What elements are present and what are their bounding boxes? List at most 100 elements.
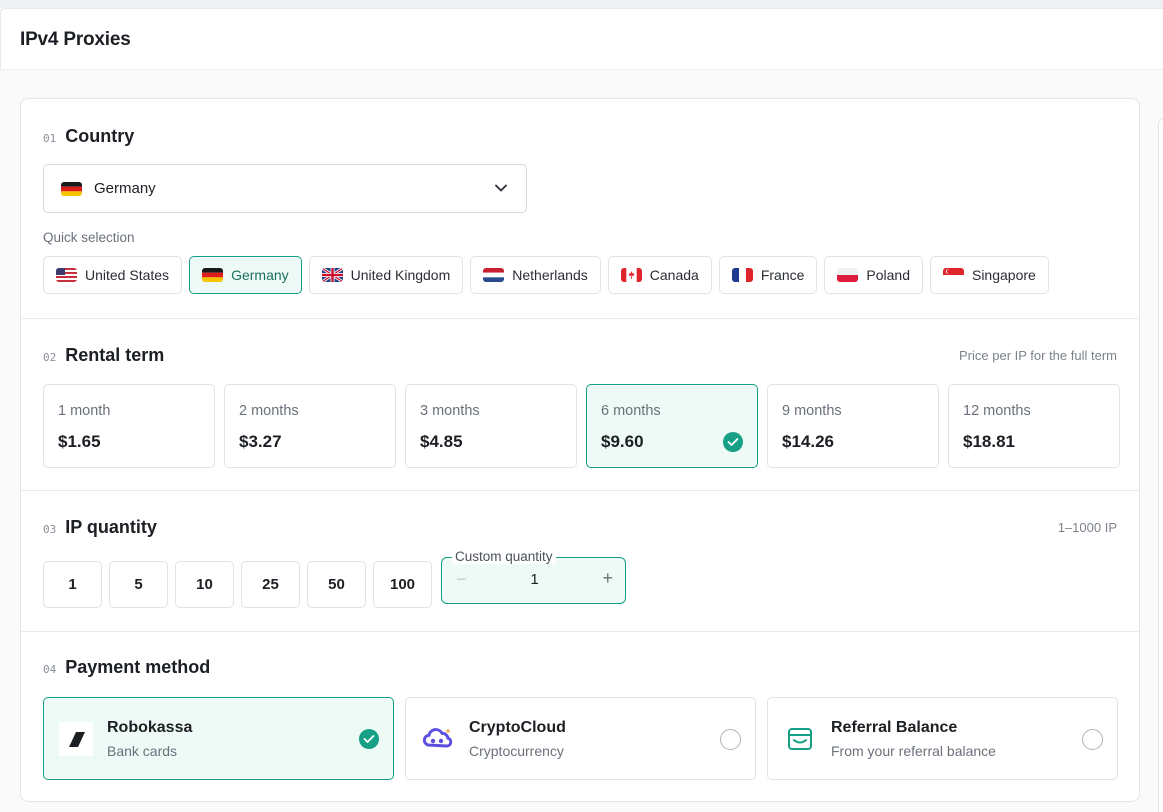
payment-option-robokassa[interactable]: Robokassa Bank cards: [43, 697, 394, 780]
payment-method-section: 04 Payment method Robokassa Bank cards C: [21, 631, 1139, 802]
quantity-preset-button[interactable]: 1: [43, 561, 102, 608]
section-title: Rental term: [65, 345, 165, 365]
term-price: $4.85: [420, 432, 463, 451]
chip-united-states[interactable]: United States: [43, 256, 183, 294]
section-title: IP quantity: [65, 517, 157, 537]
page-header: IPv4 Proxies: [0, 8, 1163, 70]
country-select[interactable]: Germany: [43, 164, 527, 213]
payment-option-referral-balance[interactable]: Referral Balance From your referral bala…: [767, 697, 1118, 780]
canada-flag-icon: [620, 268, 642, 282]
step-number: 04: [43, 663, 57, 676]
payment-heading: 04 Payment method: [43, 657, 210, 678]
custom-quantity-input[interactable]: 1: [442, 571, 627, 588]
quantity-preset-button[interactable]: 100: [373, 561, 432, 608]
check-icon: [723, 432, 743, 452]
side-panel-edge: [1158, 118, 1163, 812]
term-label: 1 month: [58, 403, 111, 419]
chip-label: Canada: [649, 267, 699, 283]
chip-label: Poland: [866, 267, 910, 283]
chip-united-kingdom[interactable]: United Kingdom: [308, 256, 464, 294]
page-title: IPv4 Proxies: [20, 29, 131, 50]
country-heading: 01 Country: [43, 126, 134, 147]
section-title: Payment method: [65, 657, 211, 677]
term-label: 6 months: [601, 403, 661, 419]
germany-flag-icon: [202, 268, 224, 282]
chevron-down-icon: [495, 184, 507, 192]
quantity-range-hint: 1–1000 IP: [1057, 520, 1117, 535]
quantity-presets: 1 5 10 25 50 100: [43, 561, 432, 608]
chip-canada[interactable]: Canada: [607, 256, 712, 294]
term-label: 12 months: [963, 403, 1031, 419]
term-price: $18.81: [963, 432, 1015, 451]
quantity-heading: 03 IP quantity: [43, 517, 157, 538]
country-section: 01 Country Germany Quick selection Unite…: [21, 99, 1139, 318]
cryptocloud-icon: [421, 722, 455, 756]
quick-selection-label: Quick selection: [43, 230, 135, 245]
uk-flag-icon: [321, 268, 343, 282]
chip-singapore[interactable]: Singapore: [929, 256, 1049, 294]
ip-quantity-section: 03 IP quantity 1–1000 IP 1 5 10 25 50 10…: [21, 490, 1139, 631]
payment-name: CryptoCloud: [469, 719, 566, 736]
quantity-preset-button[interactable]: 50: [307, 561, 366, 608]
term-option-6-months[interactable]: 6 months $9.60: [586, 384, 758, 468]
germany-flag-icon: [61, 181, 82, 196]
chip-germany[interactable]: Germany: [189, 256, 302, 294]
term-label: 9 months: [782, 403, 842, 419]
step-number: 03: [43, 523, 57, 536]
france-flag-icon: [731, 268, 753, 282]
term-price: $9.60: [601, 432, 644, 451]
payment-options: Robokassa Bank cards CryptoCloud Cryptoc…: [43, 697, 1118, 780]
chip-label: Netherlands: [512, 267, 588, 283]
custom-quantity-stepper: Custom quantity − 1 +: [441, 549, 627, 604]
payment-name: Referral Balance: [831, 719, 958, 736]
top-strip: [0, 0, 1163, 8]
term-option-12-months[interactable]: 12 months $18.81: [948, 384, 1120, 468]
quantity-preset-button[interactable]: 5: [109, 561, 168, 608]
us-flag-icon: [56, 268, 77, 282]
radio-button[interactable]: [1082, 729, 1103, 750]
chip-label: Germany: [231, 267, 289, 283]
radio-button[interactable]: [720, 729, 741, 750]
term-option-9-months[interactable]: 9 months $14.26: [767, 384, 939, 468]
term-price: $14.26: [782, 432, 834, 451]
term-price: $3.27: [239, 432, 282, 451]
page: IPv4 Proxies 01 Country Germany Quick se…: [0, 0, 1163, 812]
term-price: $1.65: [58, 432, 101, 451]
wallet-icon: [783, 722, 817, 756]
poland-flag-icon: [837, 268, 859, 282]
term-option-1-month[interactable]: 1 month $1.65: [43, 384, 215, 468]
order-card: 01 Country Germany Quick selection Unite…: [20, 98, 1140, 802]
chip-label: Singapore: [971, 267, 1036, 283]
chip-france[interactable]: France: [718, 256, 818, 294]
term-option-2-months[interactable]: 2 months $3.27: [224, 384, 396, 468]
payment-description: From your referral balance: [831, 743, 996, 759]
netherlands-flag-icon: [483, 268, 505, 282]
term-option-3-months[interactable]: 3 months $4.85: [405, 384, 577, 468]
chip-netherlands[interactable]: Netherlands: [470, 256, 601, 294]
rental-term-section: 02 Rental term Price per IP for the full…: [21, 318, 1139, 490]
custom-quantity-label: Custom quantity: [452, 549, 556, 564]
rental-hint: Price per IP for the full term: [959, 348, 1117, 363]
payment-description: Cryptocurrency: [469, 743, 564, 759]
check-icon: [359, 729, 379, 749]
increment-button[interactable]: +: [602, 568, 613, 589]
quantity-preset-button[interactable]: 10: [175, 561, 234, 608]
quantity-preset-button[interactable]: 25: [241, 561, 300, 608]
payment-description: Bank cards: [107, 743, 178, 759]
country-select-value: Germany: [94, 180, 156, 197]
rental-heading: 02 Rental term: [43, 345, 164, 366]
chip-label: United States: [85, 267, 170, 283]
step-number: 02: [43, 351, 57, 364]
chip-poland[interactable]: Poland: [824, 256, 923, 294]
robokassa-icon: [59, 722, 93, 756]
quick-selection-list: United States Germany United Kingdom Net…: [43, 256, 1049, 294]
chip-label: United Kingdom: [350, 267, 451, 283]
rental-term-options: 1 month $1.65 2 months $3.27 3 months $4…: [43, 384, 1120, 468]
singapore-flag-icon: [942, 268, 964, 282]
term-label: 2 months: [239, 403, 299, 419]
payment-option-cryptocloud[interactable]: CryptoCloud Cryptocurrency: [405, 697, 756, 780]
step-number: 01: [43, 132, 57, 145]
payment-name: Robokassa: [107, 719, 193, 736]
term-label: 3 months: [420, 403, 480, 419]
chip-label: France: [760, 267, 805, 283]
